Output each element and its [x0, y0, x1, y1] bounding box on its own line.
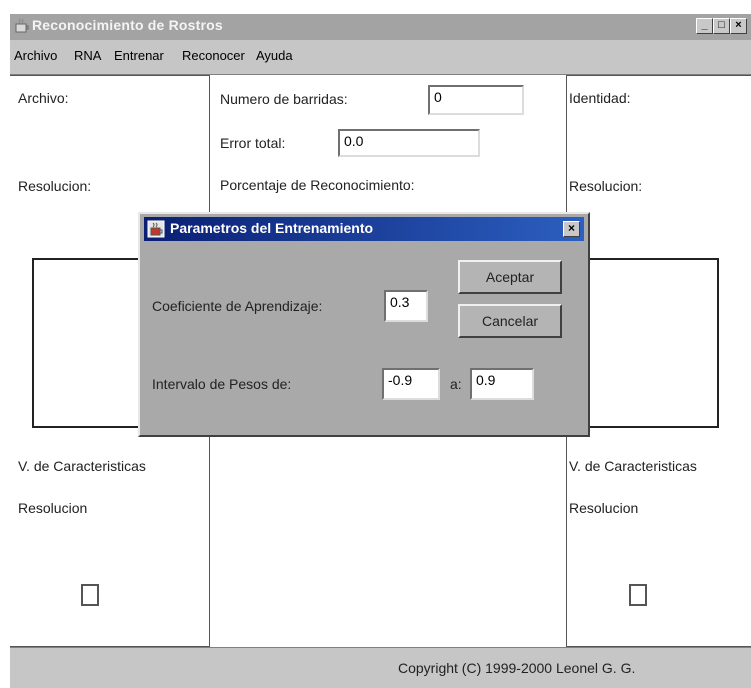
accept-button[interactable]: Aceptar [458, 260, 562, 294]
min-weight-field[interactable]: -0.9 [382, 368, 440, 400]
menu-reconocer[interactable]: Reconocer [182, 48, 245, 63]
coef-label: Coeficiente de Aprendizaje: [152, 298, 323, 314]
copyright-text: Copyright (C) 1999-2000 Leonel G. G. [398, 660, 636, 676]
menu-ayuda[interactable]: Ayuda [256, 48, 293, 63]
dialog-title: Parametros del Entrenamiento [170, 220, 374, 236]
porcentaje-label: Porcentaje de Reconocimiento: [220, 177, 415, 193]
error-field[interactable]: 0.0 [338, 129, 480, 157]
window-titlebar[interactable]: Reconocimiento de Rostros _ □ × [10, 14, 751, 40]
window-title: Reconocimiento de Rostros [32, 17, 223, 33]
barridas-field[interactable]: 0 [428, 85, 524, 115]
resolucion2-label-right: Resolucion [569, 500, 639, 516]
menu-archivo[interactable]: Archivo [14, 48, 57, 63]
resolucion2-label-left: Resolucion [18, 500, 88, 516]
maximize-button[interactable]: □ [713, 18, 730, 34]
minimize-button[interactable]: _ [696, 18, 713, 34]
feature-box-right [629, 584, 647, 606]
dialog-close-button[interactable]: × [563, 221, 580, 237]
close-button[interactable]: × [730, 18, 747, 34]
coef-field[interactable]: 0.3 [384, 290, 428, 322]
cancel-button[interactable]: Cancelar [458, 304, 562, 338]
dialog-titlebar[interactable]: Parametros del Entrenamiento × [144, 217, 584, 241]
dialog-app-icon [147, 220, 165, 238]
vector-label-right: V. de Caracteristicas [569, 458, 697, 474]
a-label: a: [450, 376, 462, 392]
right-panel: Identidad: Resolucion: V. de Caracterist… [563, 75, 751, 647]
max-weight-field[interactable]: 0.9 [470, 368, 534, 400]
menu-bar: Archivo RNA Entrenar Reconocer Ayuda [10, 40, 751, 75]
feature-box-left [81, 584, 99, 606]
archivo-label: Archivo: [18, 90, 69, 106]
identidad-label: Identidad: [569, 90, 631, 106]
status-bar: Copyright (C) 1999-2000 Leonel G. G. [10, 647, 751, 688]
resolucion-label-right: Resolucion: [569, 178, 643, 194]
barridas-label: Numero de barridas: [220, 91, 348, 107]
intervalo-label: Intervalo de Pesos de: [152, 376, 292, 392]
vector-label-left: V. de Caracteristicas [18, 458, 146, 474]
error-label: Error total: [220, 135, 286, 151]
menu-rna[interactable]: RNA [74, 48, 101, 63]
app-icon [15, 18, 29, 33]
training-params-dialog: Parametros del Entrenamiento × Coeficien… [138, 212, 590, 437]
menu-entrenar[interactable]: Entrenar [114, 48, 164, 63]
resolucion-label-left: Resolucion: [18, 178, 92, 194]
